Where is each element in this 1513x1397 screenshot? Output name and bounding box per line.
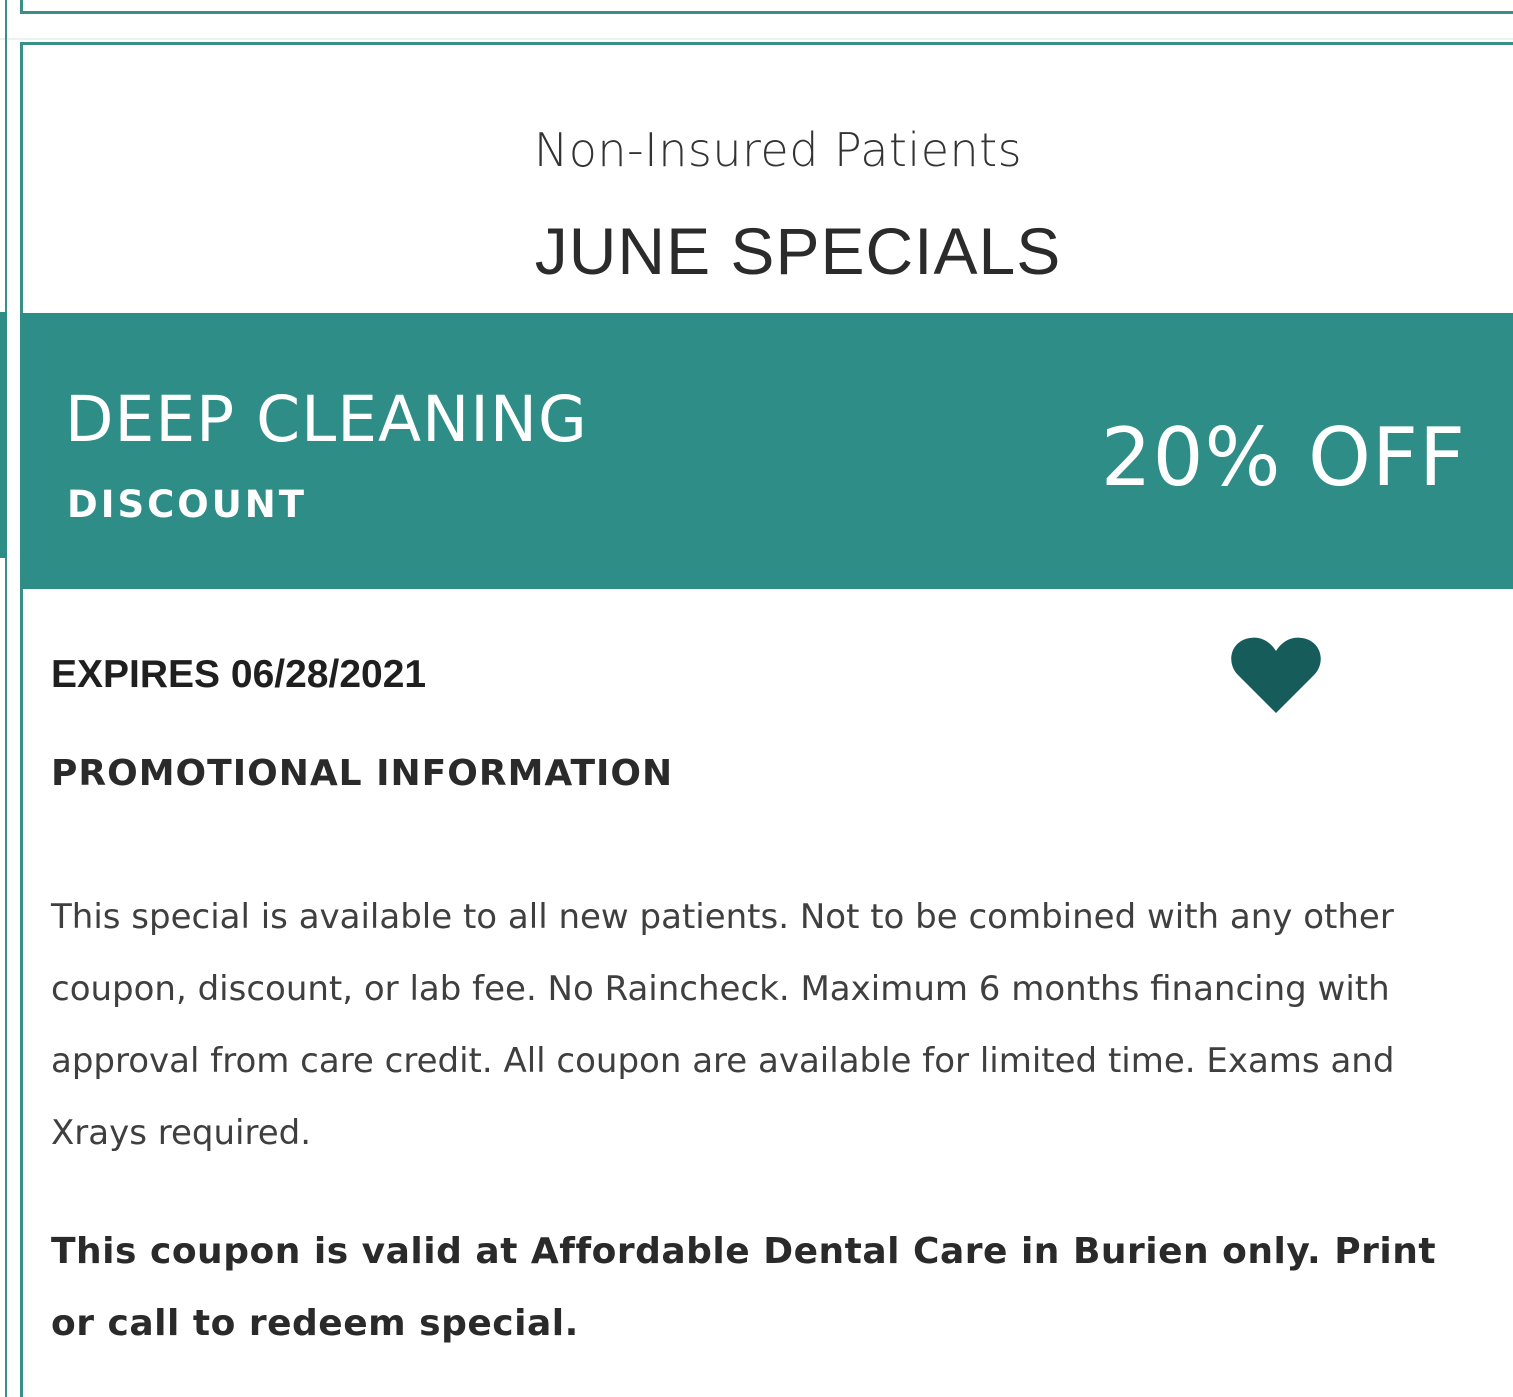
divider [0,38,1513,40]
left-rail [5,0,7,1397]
coupon-title: JUNE SPECIALS [534,214,1062,288]
validity-note: This coupon is valid at Affordable Denta… [51,1231,1437,1344]
coupon-header: Non-Insured Patients JUNE SPECIALS [23,45,1513,313]
promo-heading: PROMOTIONAL INFORMATION [51,753,674,794]
expiration-date: EXPIRES 06/28/2021 [51,653,427,696]
service-name: DEEP CLEANING [65,383,588,456]
heart-icon[interactable] [1230,635,1322,715]
coupon-page: Non-Insured Patients JUNE SPECIALS DEEP … [0,0,1513,1397]
promo-body: This special is available to all new pat… [51,897,1395,1153]
offer-banner: DEEP CLEANING DISCOUNT 20% OFF [20,313,1513,589]
previous-coupon-card [20,0,1513,14]
coupon-card: Non-Insured Patients JUNE SPECIALS DEEP … [20,42,1513,1397]
coupon-subtitle: Non-Insured Patients [533,123,1023,177]
offer-type: DISCOUNT [67,483,307,526]
offer-amount: 20% OFF [1100,411,1466,504]
left-rail-accent [0,312,7,558]
